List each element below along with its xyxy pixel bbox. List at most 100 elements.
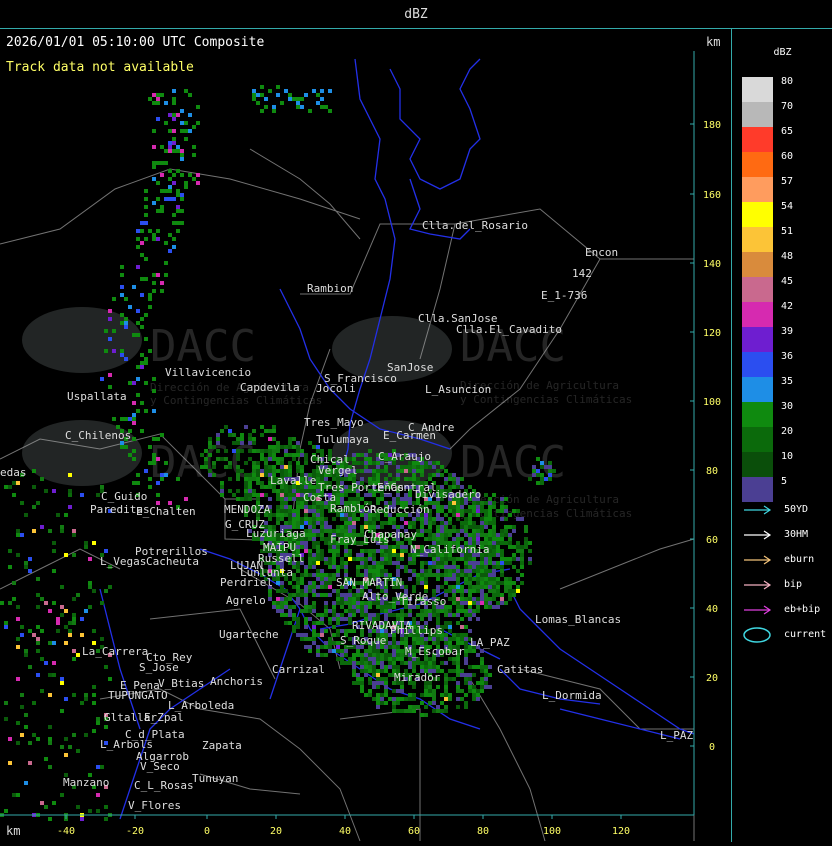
echo-cell <box>288 581 292 585</box>
echo-cell <box>332 649 336 653</box>
echo-cell <box>356 557 360 561</box>
echo-cell <box>504 577 508 581</box>
echo-cell <box>96 717 100 721</box>
echo-cell <box>72 657 76 661</box>
place-label: Perdriel <box>220 576 273 589</box>
echo-cell <box>456 597 460 601</box>
echo-cell <box>212 473 216 477</box>
echo-cell <box>148 445 152 449</box>
echo-cell <box>180 153 184 157</box>
echo-cell <box>52 673 56 677</box>
echo-cell <box>308 521 312 525</box>
echo-cell <box>456 661 460 665</box>
echo-cell <box>256 449 260 453</box>
echo-cell <box>432 701 436 705</box>
echo-cell <box>512 529 516 533</box>
echo-cell <box>456 557 460 561</box>
echo-cell <box>344 617 348 621</box>
echo-cell <box>60 677 64 681</box>
echo-cell <box>396 641 400 645</box>
echo-cell <box>480 685 484 689</box>
echo-cell <box>408 557 412 561</box>
echo-cell <box>480 677 484 681</box>
echo-cell <box>444 581 448 585</box>
echo-cell <box>284 621 288 625</box>
echo-cell <box>480 661 484 665</box>
echo-cell <box>516 557 520 561</box>
echo-cell <box>260 481 264 485</box>
echo-cell <box>360 661 364 665</box>
echo-cell <box>376 697 380 701</box>
echo-cell <box>376 693 380 697</box>
echo-cell <box>168 185 172 189</box>
echo-cell <box>492 501 496 505</box>
echo-cell <box>416 577 420 581</box>
echo-cell <box>168 169 172 173</box>
echo-cell <box>440 505 444 509</box>
echo-cell <box>500 497 504 501</box>
echo-cell <box>504 601 508 605</box>
echo-cell <box>484 577 488 581</box>
echo-cell <box>456 665 460 669</box>
echo-cell <box>508 585 512 589</box>
echo-cell <box>520 565 524 569</box>
echo-cell <box>432 561 436 565</box>
echo-cell <box>372 553 376 557</box>
echo-cell <box>364 517 368 521</box>
echo-cell <box>444 481 448 485</box>
echo-cell <box>304 617 308 621</box>
echo-cell <box>504 561 508 565</box>
echo-cell <box>320 537 324 541</box>
echo-cell <box>388 553 392 557</box>
echo-cell <box>4 621 8 625</box>
echo-cell <box>400 649 404 653</box>
echo-cell <box>304 545 308 549</box>
echo-cell <box>392 661 396 665</box>
echo-cell <box>304 601 308 605</box>
echo-cell <box>348 557 352 561</box>
echo-cell <box>156 97 160 101</box>
echo-cell <box>480 577 484 581</box>
legend-level-value: 5 <box>781 476 787 487</box>
echo-cell <box>436 609 440 613</box>
echo-cell <box>300 609 304 613</box>
echo-cell <box>328 637 332 641</box>
echo-cell <box>536 457 540 461</box>
echo-cell <box>516 577 520 581</box>
radar-map[interactable]: DACC DACC DACC DACC Dirección de Agricul… <box>0 29 730 842</box>
echo-cell <box>348 553 352 557</box>
echo-cell <box>316 585 320 589</box>
echo-cell <box>288 517 292 521</box>
echo-cell <box>384 521 388 525</box>
place-label: S_Jose <box>139 661 179 674</box>
radar-map-panel[interactable]: DACC DACC DACC DACC Dirección de Agricul… <box>0 29 730 842</box>
echo-cell <box>64 697 68 701</box>
echo-cell <box>104 549 108 553</box>
place-label: V_Flores <box>128 799 181 812</box>
echo-cell <box>376 549 380 553</box>
echo-cell <box>428 517 432 521</box>
echo-cell <box>456 533 460 537</box>
echo-cell <box>484 517 488 521</box>
echo-cell <box>356 673 360 677</box>
echo-cell <box>288 445 292 449</box>
echo-cell <box>424 585 428 589</box>
echo-cell <box>476 569 480 573</box>
echo-cell <box>340 657 344 661</box>
echo-cell <box>472 565 476 569</box>
echo-cell <box>388 697 392 701</box>
echo-cell <box>44 601 48 605</box>
echo-cell <box>296 453 300 457</box>
echo-cell <box>208 469 212 473</box>
echo-cell <box>360 685 364 689</box>
echo-cell <box>444 661 448 665</box>
echo-cell <box>292 453 296 457</box>
echo-cell <box>64 609 68 613</box>
echo-cell <box>480 565 484 569</box>
echo-cell <box>408 497 412 501</box>
echo-cell <box>384 689 388 693</box>
echo-cell <box>472 557 476 561</box>
echo-cell <box>296 493 300 497</box>
place-label: L_Vegas <box>100 555 146 568</box>
echo-cell <box>492 597 496 601</box>
